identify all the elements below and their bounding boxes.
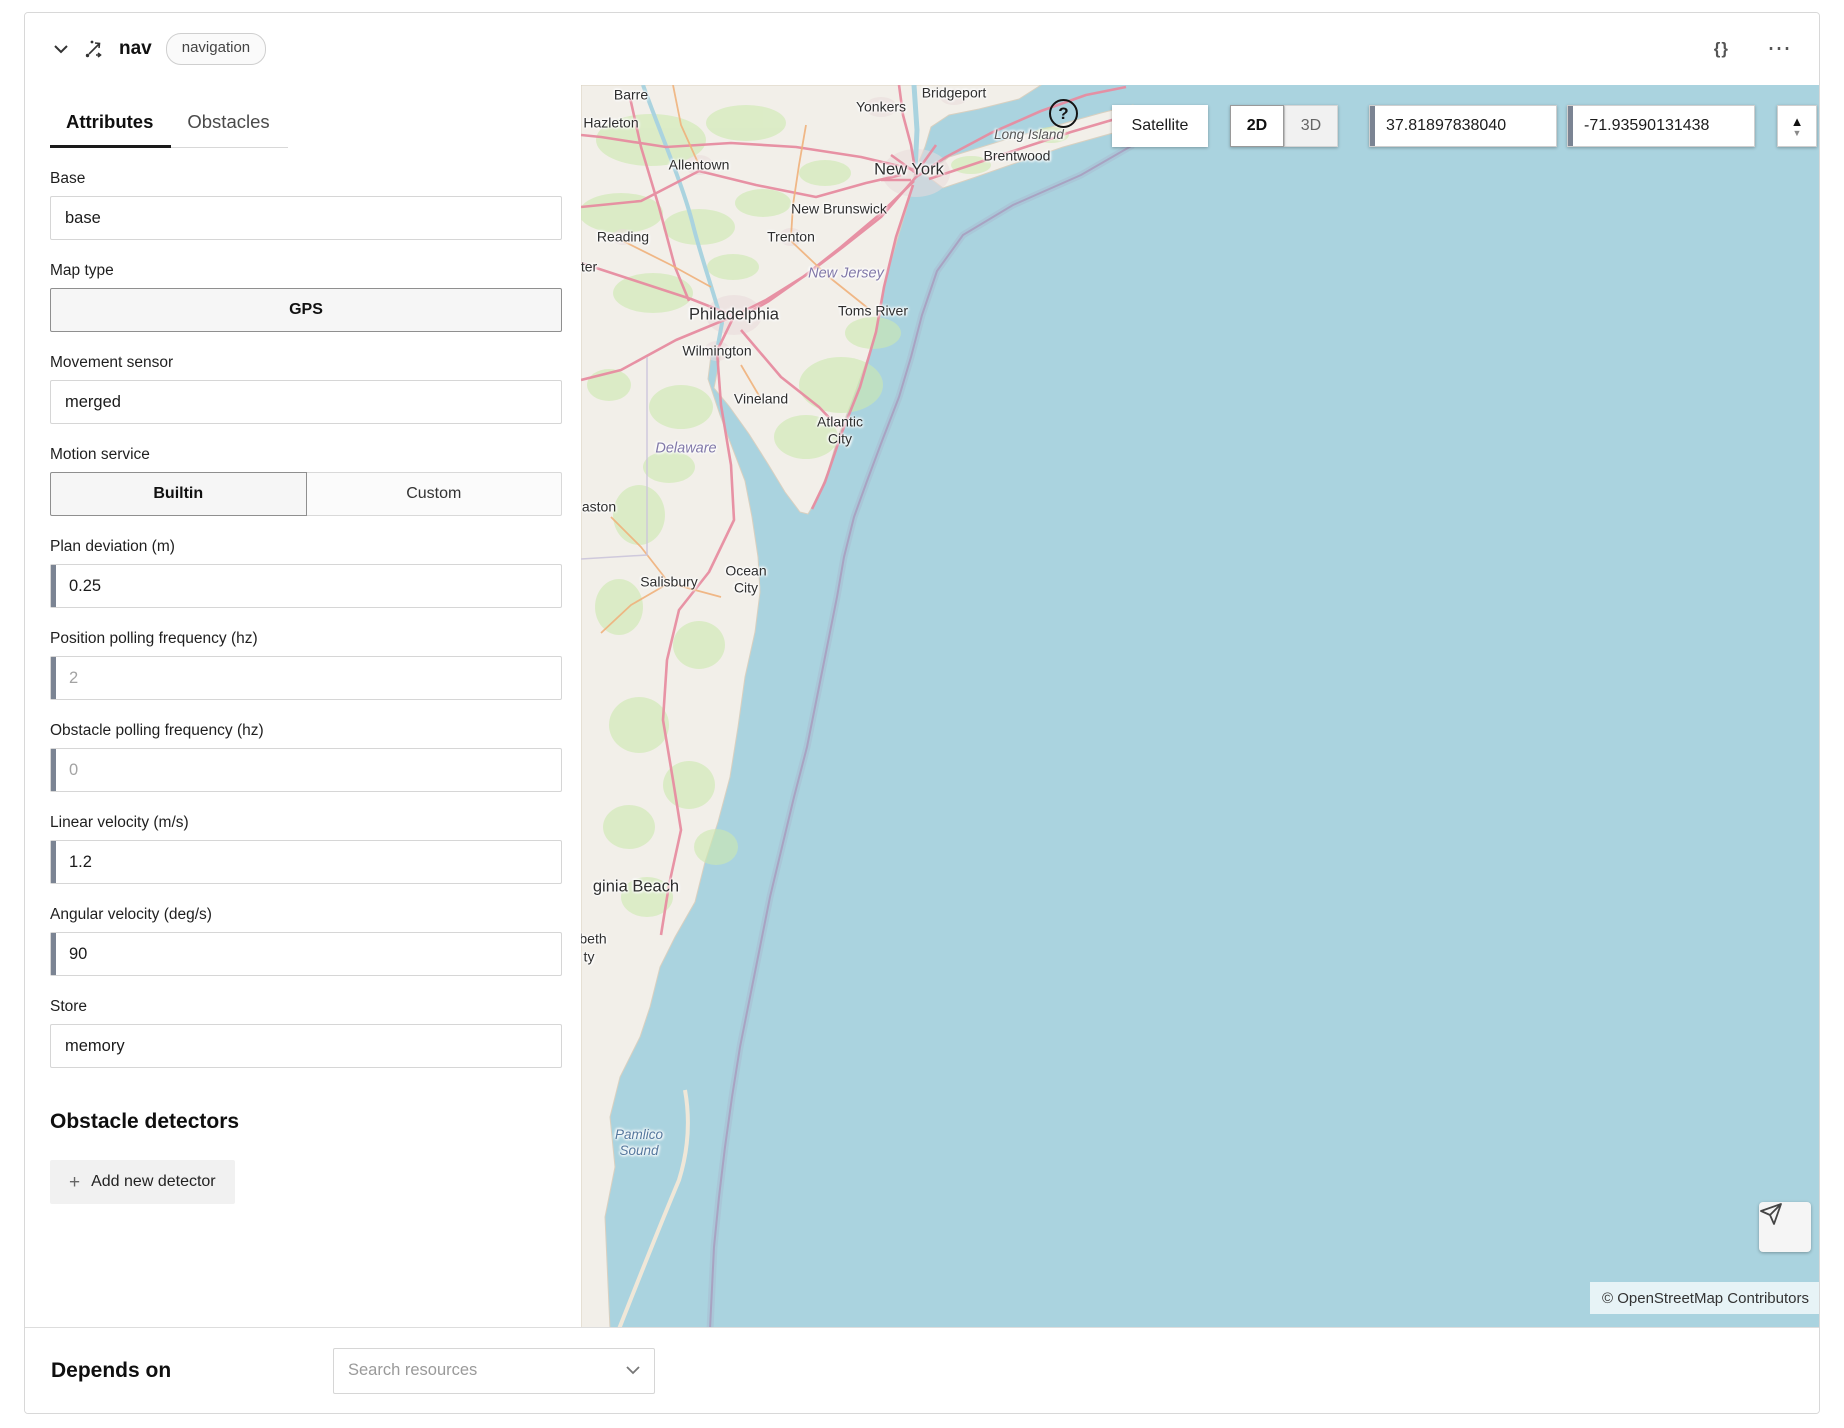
tab-obstacles[interactable]: Obstacles: [171, 99, 287, 148]
tab-attributes[interactable]: Attributes: [50, 99, 171, 148]
search-resources-select[interactable]: Search resources: [333, 1348, 655, 1394]
obstacle-detectors-heading: Obstacle detectors: [50, 1110, 562, 1134]
store-input[interactable]: memory: [50, 1024, 562, 1068]
motion-service-builtin-option[interactable]: Builtin: [50, 472, 307, 516]
movement-sensor-input[interactable]: merged: [50, 380, 562, 424]
store-label: Store: [50, 998, 562, 1016]
angular-velocity-input[interactable]: 90: [50, 932, 562, 976]
collapse-chevron-icon[interactable]: [53, 44, 69, 54]
plan-deviation-label: Plan deviation (m): [50, 538, 562, 556]
linear-velocity-value: 1.2: [69, 853, 92, 872]
chevron-down-icon: [626, 1366, 640, 1375]
position-polling-input[interactable]: 2: [50, 656, 562, 700]
search-resources-placeholder: Search resources: [348, 1361, 477, 1380]
depends-on-title: Depends on: [51, 1359, 333, 1383]
store-value: memory: [65, 1037, 125, 1056]
help-icon[interactable]: ?: [1049, 99, 1078, 128]
satellite-toggle-button[interactable]: Satellite: [1112, 105, 1208, 147]
stepper-down-icon: ▼: [1793, 129, 1802, 138]
obstacle-polling-value: 0: [69, 761, 78, 780]
map-mode-2d-button[interactable]: 2D: [1230, 105, 1284, 147]
movement-sensor-value: merged: [65, 393, 121, 412]
add-detector-label: Add new detector: [91, 1173, 216, 1191]
service-icon: [83, 38, 105, 60]
base-label: Base: [50, 170, 562, 188]
longitude-value: -71.93590131438: [1584, 117, 1709, 135]
depends-on-section: Depends on Search resources: [25, 1327, 1819, 1413]
map-mode-3d-button[interactable]: 3D: [1284, 105, 1338, 147]
card-header: nav navigation {} ⋯: [25, 13, 1819, 85]
motion-service-segmented: Builtin Custom: [50, 472, 562, 516]
stepper-up-icon: ▲: [1791, 115, 1804, 128]
config-panel: Attributes Obstacles Base base Map type …: [25, 85, 581, 1329]
map-attribution: © OpenStreetMap Contributors: [1590, 1282, 1820, 1314]
map-type-label: Map type: [50, 262, 562, 280]
recenter-button[interactable]: [1759, 1202, 1811, 1252]
longitude-input[interactable]: -71.93590131438: [1567, 105, 1755, 147]
nav-service-card: nav navigation {} ⋯ Attributes Obstacles…: [24, 12, 1820, 1414]
help-glyph: ?: [1058, 104, 1068, 124]
base-value: base: [65, 209, 101, 228]
map-view[interactable]: BarreHazletonBridgeportYonkersNew YorkLo…: [581, 85, 1820, 1329]
json-braces-icon[interactable]: {}: [1714, 39, 1729, 59]
service-type-badge: navigation: [166, 33, 266, 65]
navigation-arrow-icon: [1759, 1202, 1783, 1226]
base-input[interactable]: base: [50, 196, 562, 240]
obstacle-polling-input[interactable]: 0: [50, 748, 562, 792]
map-type-gps-button[interactable]: GPS: [50, 288, 562, 332]
position-polling-label: Position polling frequency (hz): [50, 630, 562, 648]
movement-sensor-label: Movement sensor: [50, 354, 562, 372]
plan-deviation-value: 0.25: [69, 577, 101, 596]
latitude-value: 37.81897838040: [1386, 117, 1506, 135]
panel-tabs: Attributes Obstacles: [50, 99, 562, 148]
map-canvas: [581, 85, 1820, 1329]
add-detector-button[interactable]: + Add new detector: [50, 1160, 235, 1204]
plan-deviation-input[interactable]: 0.25: [50, 564, 562, 608]
linear-velocity-input[interactable]: 1.2: [50, 840, 562, 884]
coordinate-stepper[interactable]: ▲ ▼: [1777, 105, 1817, 147]
plus-icon: +: [69, 1173, 80, 1192]
linear-velocity-label: Linear velocity (m/s): [50, 814, 562, 832]
obstacle-polling-label: Obstacle polling frequency (hz): [50, 722, 562, 740]
page: nav navigation {} ⋯ Attributes Obstacles…: [0, 0, 1844, 1428]
position-polling-value: 2: [69, 669, 78, 688]
motion-service-label: Motion service: [50, 446, 562, 464]
motion-service-custom-option[interactable]: Custom: [307, 472, 563, 516]
angular-velocity-value: 90: [69, 945, 87, 964]
angular-velocity-label: Angular velocity (deg/s): [50, 906, 562, 924]
latitude-input[interactable]: 37.81897838040: [1369, 105, 1557, 147]
service-name: nav: [119, 38, 152, 60]
overflow-menu-icon[interactable]: ⋯: [1767, 37, 1791, 61]
